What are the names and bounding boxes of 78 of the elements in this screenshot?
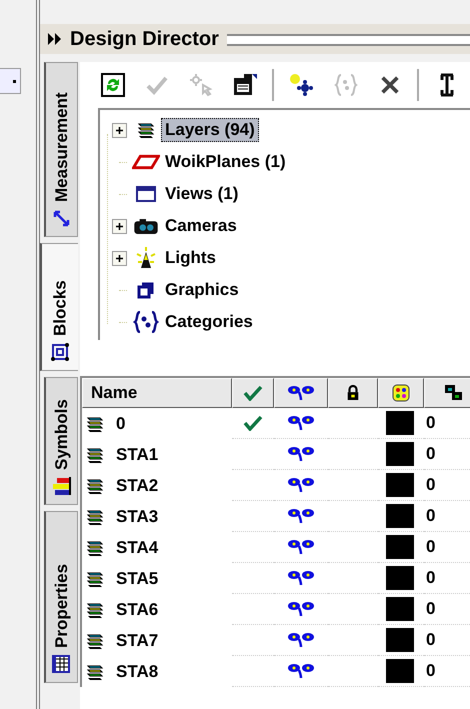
tree-item[interactable]: Lights	[161, 246, 220, 270]
layer-name[interactable]: STA2	[116, 476, 158, 496]
layer-name[interactable]: STA8	[116, 662, 158, 682]
eyes-icon[interactable]	[287, 477, 315, 493]
plus-icon	[115, 254, 124, 262]
layer-name[interactable]: STA3	[116, 506, 158, 526]
side-tab[interactable]: Blocks	[40, 243, 78, 371]
palette-column-header[interactable]	[378, 378, 424, 408]
eyes-icon[interactable]	[287, 632, 315, 648]
eyes-icon[interactable]	[287, 601, 315, 617]
camera-icon	[133, 218, 159, 234]
layers-column-header[interactable]	[424, 378, 470, 408]
tree-item[interactable]: Graphics	[161, 278, 243, 302]
layer-name[interactable]: STA6	[116, 600, 158, 620]
color-swatch[interactable]	[386, 504, 414, 528]
eyes-icon[interactable]	[287, 508, 315, 524]
panel-title: Design Director	[70, 28, 219, 50]
tree-item[interactable]: Categories	[161, 310, 257, 334]
color-swatch[interactable]	[386, 628, 414, 652]
color-swatch[interactable]	[386, 659, 414, 683]
plus-icon	[115, 222, 124, 230]
table-cell: 0	[426, 444, 436, 464]
eyes-column-header[interactable]	[274, 378, 328, 408]
plus-icon	[115, 126, 124, 134]
eyes-icon[interactable]	[287, 663, 315, 679]
table-cell: 0	[426, 599, 436, 619]
side-tab[interactable]: Measurement	[44, 62, 78, 237]
eyes-icon	[287, 385, 315, 401]
table-cell: 0	[426, 475, 436, 495]
table-cell: 0	[426, 413, 436, 433]
layer-name[interactable]: STA1	[116, 444, 158, 464]
expand-button[interactable]	[112, 250, 127, 266]
color-swatch[interactable]	[386, 597, 414, 621]
expand-button[interactable]	[112, 122, 127, 138]
grid-icon	[52, 654, 72, 674]
braces-icon	[133, 311, 159, 333]
eyes-icon[interactable]	[287, 539, 315, 555]
table-cell: 0	[426, 661, 436, 681]
lock-column-header[interactable]	[328, 378, 378, 408]
bars-icon	[52, 476, 72, 496]
lock-icon	[346, 385, 360, 401]
checkmark-column-header[interactable]	[232, 378, 274, 408]
table-cell: 0	[426, 506, 436, 526]
window-icon	[136, 186, 156, 202]
side-tab[interactable]: Properties	[44, 511, 78, 683]
checkmark-icon	[243, 385, 263, 401]
light-icon	[134, 246, 158, 270]
title-bar-grip[interactable]	[226, 34, 470, 46]
side-tab[interactable]: Symbols	[44, 377, 78, 505]
layer-name[interactable]: STA7	[116, 630, 158, 650]
table-cell: 0	[426, 630, 436, 650]
color-swatch[interactable]	[386, 566, 414, 590]
checkmark-icon[interactable]	[243, 415, 263, 431]
eyes-icon[interactable]	[287, 570, 315, 586]
table-cell: 0	[426, 568, 436, 588]
layer-name[interactable]: STA4	[116, 538, 158, 558]
layers-icon	[444, 384, 464, 402]
tree-item[interactable]: WoikPlanes (1)	[161, 150, 290, 174]
eyes-icon[interactable]	[287, 415, 315, 431]
plane-icon	[132, 154, 160, 170]
table-cell: 0	[426, 537, 436, 557]
expand-arrows-icon[interactable]	[48, 33, 62, 45]
layer-name[interactable]: 0	[116, 414, 126, 434]
palette-icon	[392, 384, 410, 402]
color-swatch[interactable]	[386, 442, 414, 466]
tree-item[interactable]: Views (1)	[161, 182, 242, 206]
eyes-icon[interactable]	[287, 446, 315, 462]
tree-item[interactable]: Cameras	[161, 214, 241, 238]
color-swatch[interactable]	[386, 473, 414, 497]
color-swatch[interactable]	[386, 535, 414, 559]
color-swatch[interactable]	[386, 411, 414, 435]
layer-name[interactable]: STA5	[116, 568, 158, 588]
expand-button[interactable]	[112, 218, 127, 234]
blocks-icon	[50, 342, 70, 362]
tree-item[interactable]: Layers (94)	[161, 118, 259, 142]
squares-icon	[137, 281, 155, 299]
column-header[interactable]: Name	[82, 378, 232, 408]
measure-icon	[52, 208, 72, 228]
